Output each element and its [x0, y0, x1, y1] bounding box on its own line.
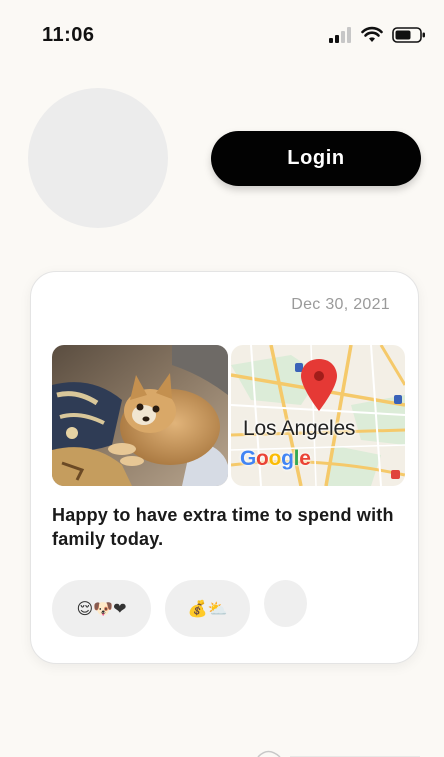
dog-photo[interactable] [52, 345, 228, 486]
bottom-toolbar-fragment [257, 750, 420, 757]
post-text: Happy to have extra time to spend with f… [52, 505, 394, 549]
map-provider-logo: Google [240, 447, 311, 470]
add-reaction-button[interactable] [264, 580, 307, 627]
post-date: Dec 30, 2021 [291, 296, 390, 313]
avatar[interactable] [28, 88, 168, 228]
location-map[interactable]: Los Angeles Google [231, 345, 405, 486]
status-icons [328, 24, 426, 46]
battery-icon [392, 27, 425, 43]
reaction-button[interactable]: 😌🐶❤ [52, 580, 151, 637]
wifi-icon [361, 26, 383, 42]
login-button[interactable]: Login [211, 131, 421, 186]
map-place-label: Los Angeles [243, 417, 356, 440]
signal-icon [329, 27, 351, 43]
status-time: 11:06 [42, 24, 95, 46]
status-bar: 11:06 [0, 0, 444, 70]
reaction-button[interactable]: 💰⛅ [165, 580, 250, 637]
post-card: Dec 30, 2021 Los Angeles Google Happy to… [30, 271, 419, 664]
